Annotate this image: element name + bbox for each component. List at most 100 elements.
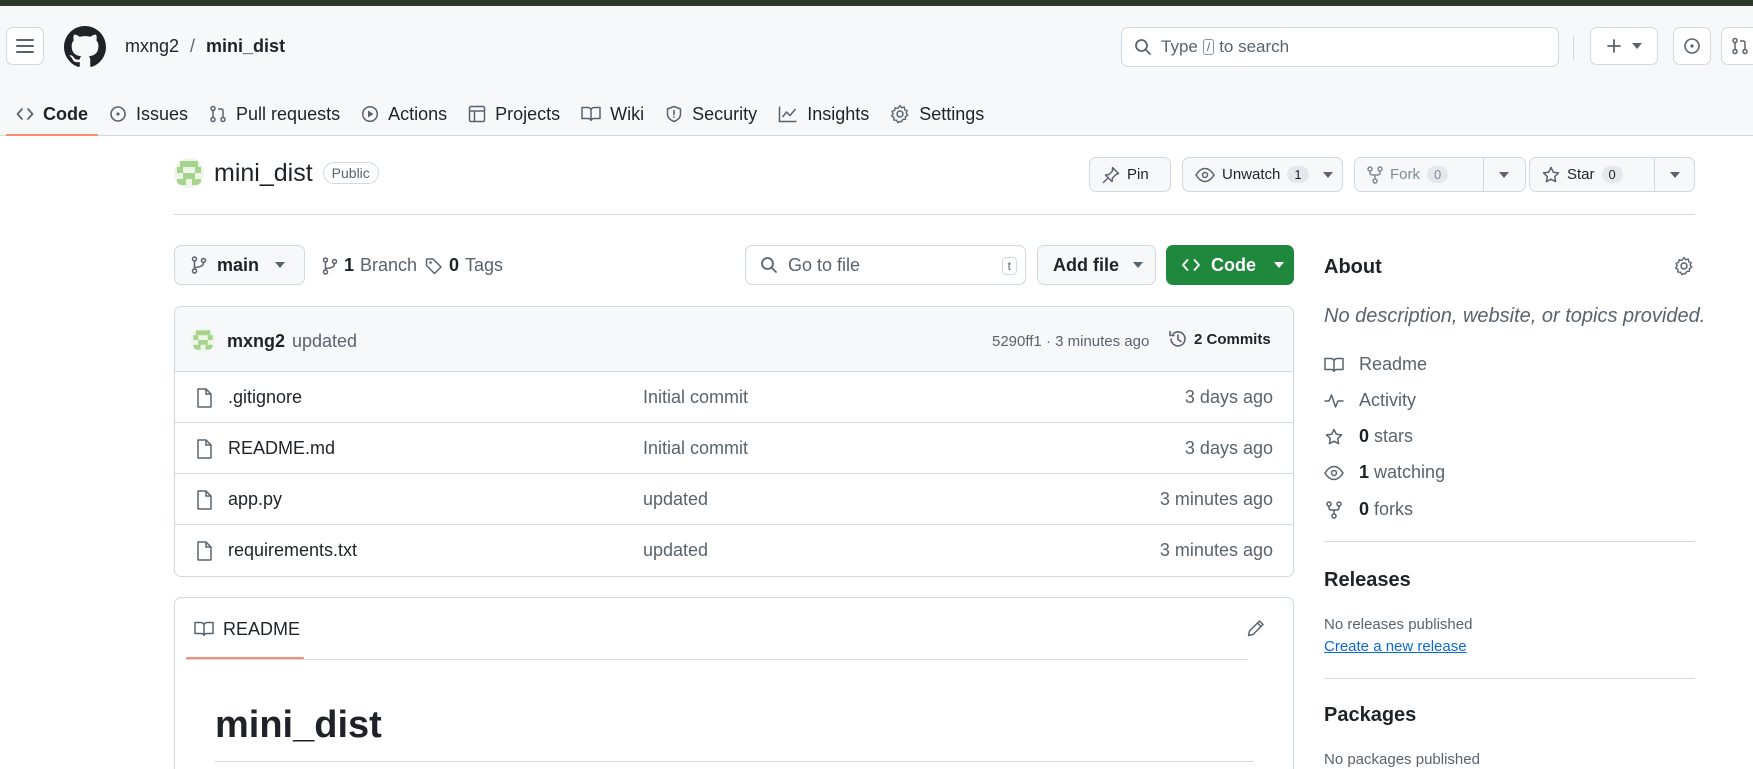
gear-icon bbox=[891, 104, 909, 124]
tab-actions[interactable]: Actions bbox=[351, 92, 457, 136]
watch-counter: 1 bbox=[1287, 166, 1309, 183]
branches-link[interactable]: 1 Branch bbox=[322, 255, 417, 276]
pin-icon bbox=[1102, 166, 1120, 183]
your-pull-requests-button[interactable] bbox=[1721, 27, 1753, 65]
breadcrumb-separator: / bbox=[190, 36, 196, 56]
pencil-icon[interactable] bbox=[1247, 619, 1265, 637]
branch-name: main bbox=[217, 254, 260, 275]
commits-count-label: 2 Commits bbox=[1194, 330, 1271, 348]
chevron-down-icon bbox=[1274, 262, 1284, 268]
eye-icon bbox=[1324, 465, 1344, 480]
file-commit-message[interactable]: updated bbox=[643, 489, 708, 510]
tags-link[interactable]: 0 Tags bbox=[425, 255, 503, 276]
file-row[interactable]: app.py updated 3 minutes ago bbox=[175, 474, 1293, 525]
latest-commit-bar: mxng2 updated 5290ff1 · 3 minutes ago 2 … bbox=[175, 307, 1293, 372]
star-lists-dropdown[interactable] bbox=[1654, 158, 1694, 191]
about-activity-link[interactable]: Activity bbox=[1324, 390, 1416, 411]
your-issues-button[interactable] bbox=[1673, 27, 1711, 65]
play-icon bbox=[362, 105, 379, 123]
readme-panel: README mini_dist bbox=[174, 597, 1294, 769]
forks-count: 0 bbox=[1359, 499, 1370, 519]
file-commit-message[interactable]: Initial commit bbox=[643, 438, 748, 459]
tab-pull-requests[interactable]: Pull requests bbox=[199, 92, 350, 136]
tab-security[interactable]: Security bbox=[655, 92, 767, 136]
releases-note: No releases published bbox=[1324, 616, 1473, 633]
menu-button[interactable] bbox=[6, 27, 44, 65]
tab-wiki[interactable]: Wiki bbox=[571, 92, 654, 136]
branch-icon bbox=[191, 256, 207, 274]
fork-options-dropdown[interactable] bbox=[1483, 158, 1523, 191]
go-to-file-input[interactable]: Go to file t bbox=[745, 245, 1026, 285]
table-icon bbox=[468, 105, 486, 123]
file-commit-message[interactable]: updated bbox=[643, 540, 708, 561]
code-button[interactable]: Code bbox=[1166, 245, 1294, 285]
breadcrumb-repo[interactable]: mini_dist bbox=[206, 36, 285, 57]
file-row[interactable]: README.md Initial commit 3 days ago bbox=[175, 423, 1293, 474]
create-release-link[interactable]: Create a new release bbox=[1324, 638, 1467, 655]
repo-name[interactable]: mini_dist bbox=[214, 159, 313, 188]
forks-label: forks bbox=[1374, 499, 1414, 519]
repo-title-area: mini_dist Public bbox=[174, 158, 379, 188]
chevron-down-icon[interactable] bbox=[1322, 171, 1333, 178]
unwatch-button[interactable]: Unwatch 1 bbox=[1182, 157, 1343, 192]
breadcrumb-owner[interactable]: mxng2 bbox=[125, 36, 179, 57]
code-button-label: Code bbox=[1211, 254, 1256, 275]
about-title: About bbox=[1324, 256, 1382, 278]
star-icon bbox=[1542, 166, 1560, 182]
book-icon bbox=[194, 621, 214, 637]
fork-button[interactable]: Fork 0 bbox=[1354, 157, 1526, 192]
pin-label: Pin bbox=[1127, 166, 1149, 183]
gear-icon[interactable] bbox=[1674, 256, 1694, 276]
file-name[interactable]: app.py bbox=[228, 489, 282, 510]
tab-issues[interactable]: Issues bbox=[99, 92, 198, 136]
file-name[interactable]: README.md bbox=[228, 438, 335, 459]
sidebar-divider bbox=[1324, 541, 1695, 542]
file-commit-date: 3 days ago bbox=[1184, 387, 1273, 407]
create-new-button[interactable] bbox=[1590, 27, 1658, 65]
file-commit-date: 3 minutes ago bbox=[1159, 540, 1273, 560]
readme-tab[interactable]: README bbox=[186, 598, 304, 660]
commit-message[interactable]: updated bbox=[292, 331, 357, 352]
shield-icon bbox=[666, 105, 682, 123]
star-button[interactable]: Star 0 bbox=[1529, 157, 1695, 192]
tab-label: Projects bbox=[495, 103, 561, 124]
go-to-file-placeholder: Go to file bbox=[788, 254, 861, 275]
tab-projects[interactable]: Projects bbox=[458, 92, 570, 136]
file-row[interactable]: .gitignore Initial commit 3 days ago bbox=[175, 372, 1293, 423]
add-file-button[interactable]: Add file bbox=[1037, 245, 1156, 285]
tab-label: Insights bbox=[807, 103, 870, 124]
fork-label: Fork bbox=[1390, 166, 1420, 183]
global-search-input[interactable]: Type / to search bbox=[1121, 27, 1559, 67]
header-divider bbox=[1573, 36, 1574, 60]
branch-count-label: Branch bbox=[360, 255, 418, 275]
file-icon bbox=[197, 490, 212, 510]
about-forks-link[interactable]: 0 forks bbox=[1324, 499, 1413, 520]
repo-owner-avatar[interactable] bbox=[174, 158, 204, 188]
tab-settings[interactable]: Settings bbox=[880, 92, 994, 136]
commits-link[interactable]: 2 Commits bbox=[1168, 329, 1271, 349]
history-icon bbox=[1169, 330, 1186, 347]
releases-title[interactable]: Releases bbox=[1324, 569, 1411, 592]
tab-insights[interactable]: Insights bbox=[768, 92, 879, 136]
commit-author-avatar[interactable] bbox=[191, 328, 215, 352]
branch-selector[interactable]: main bbox=[174, 245, 305, 285]
about-readme-link[interactable]: Readme bbox=[1324, 354, 1427, 375]
chevron-down-icon bbox=[275, 262, 286, 268]
commit-author[interactable]: mxng2 bbox=[227, 331, 285, 352]
about-watching-link[interactable]: 1 watching bbox=[1324, 462, 1445, 483]
file-name[interactable]: requirements.txt bbox=[228, 540, 357, 561]
commit-sha-time[interactable]: 5290ff1 · 3 minutes ago bbox=[992, 333, 1149, 350]
file-icon bbox=[197, 388, 212, 408]
file-name[interactable]: .gitignore bbox=[228, 387, 302, 408]
about-stars-link[interactable]: 0 stars bbox=[1324, 426, 1413, 447]
tab-label: Issues bbox=[136, 103, 189, 124]
tab-code[interactable]: Code bbox=[6, 92, 98, 136]
packages-title[interactable]: Packages bbox=[1324, 704, 1416, 727]
file-row[interactable]: requirements.txt updated 3 minutes ago bbox=[175, 525, 1293, 576]
repo-header: mxng2 / mini_dist Type / to search Code … bbox=[0, 6, 1753, 136]
github-logo[interactable] bbox=[64, 26, 106, 68]
repo-nav-tabs: Code Issues Pull requests Actions Projec… bbox=[6, 92, 995, 136]
pin-button[interactable]: Pin bbox=[1089, 157, 1171, 192]
file-commit-message[interactable]: Initial commit bbox=[643, 387, 748, 408]
watching-count: 1 bbox=[1359, 462, 1370, 482]
